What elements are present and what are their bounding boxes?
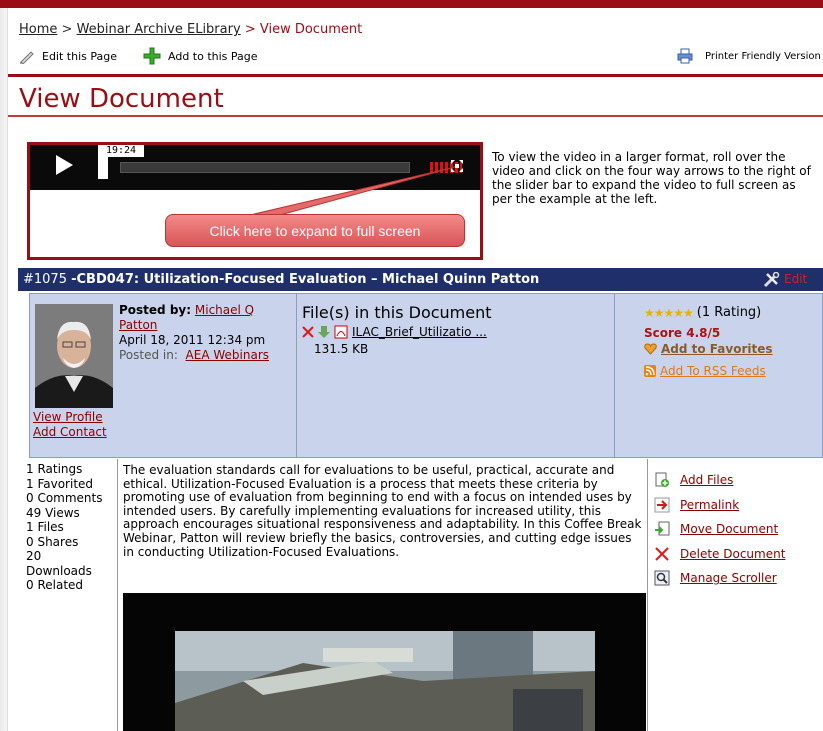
add-contact-link[interactable]: Add Contact <box>33 425 107 439</box>
edit-document-button[interactable]: Edit <box>763 268 807 291</box>
add-rss-button[interactable]: Add To RSS Feeds <box>644 364 773 378</box>
edit-page-button[interactable]: Edit this Page <box>19 48 117 64</box>
files-heading: File(s) in this Document <box>302 303 492 322</box>
plus-icon <box>143 47 161 65</box>
printer-label: Printer Friendly Version <box>705 50 821 62</box>
delete-document-label: Delete Document <box>680 546 786 561</box>
stat-views: 49 Views <box>26 505 80 520</box>
tools-icon <box>763 271 780 287</box>
delete-icon <box>655 547 669 561</box>
view-profile-link[interactable]: View Profile <box>33 410 103 424</box>
posted-info: Posted by: Michael Q Patton April 18, 20… <box>119 303 294 363</box>
video-thumbnail <box>123 593 646 731</box>
heart-icon <box>644 343 657 355</box>
permalink-button[interactable]: Permalink <box>654 493 785 518</box>
manage-scroller-label: Manage Scroller <box>680 571 777 586</box>
document-info-panel: Posted by: Michael Q Patton April 18, 20… <box>29 293 823 458</box>
permalink-label: Permalink <box>680 497 740 512</box>
add-rss-label: Add To RSS Feeds <box>660 364 766 378</box>
stat-files: 1 Files <box>26 520 64 534</box>
stat-ratings: 1 Ratings <box>26 462 83 476</box>
delete-file-icon[interactable] <box>302 326 314 338</box>
posted-date: April 18, 2011 12:34 pm <box>119 333 266 347</box>
download-arrow-icon[interactable] <box>317 325 331 339</box>
info-divider <box>296 294 297 457</box>
breadcrumb: Home > Webinar Archive ELibrary > View D… <box>19 22 362 37</box>
file-link[interactable]: ILAC_Brief_Utilizatio ... <box>352 325 487 339</box>
printer-friendly-button[interactable]: Printer Friendly Version <box>677 48 821 64</box>
document-description: The evaluation standards call for evalua… <box>123 463 642 559</box>
edit-label: Edit <box>784 272 808 286</box>
file-row: ILAC_Brief_Utilizatio ... <box>302 325 492 339</box>
top-brand-bar <box>0 0 823 8</box>
profile-links: View Profile Add Contact <box>33 410 107 440</box>
pencil-icon <box>20 51 34 64</box>
scroller-icon <box>654 570 670 586</box>
author-avatar[interactable] <box>35 304 113 408</box>
stats-divider <box>117 459 118 731</box>
info-divider <box>614 294 615 457</box>
breadcrumb-library-link[interactable]: Webinar Archive ELibrary <box>77 22 241 37</box>
files-section: File(s) in this Document ILAC_Brief_Util… <box>302 303 492 356</box>
add-files-icon <box>655 472 669 488</box>
stat-shares: 0 Shares <box>26 534 79 549</box>
stat-downloads-label: Downloads <box>26 563 92 578</box>
document-title: -CBD047: Utilization-Focused Evaluation … <box>71 272 540 287</box>
category-link[interactable]: AEA Webinars <box>186 348 269 362</box>
stat-comments: 0 Comments <box>26 491 103 505</box>
move-document-label: Move Document <box>680 522 779 537</box>
breadcrumb-separator: > <box>244 22 256 37</box>
actions-divider <box>647 459 648 731</box>
document-title-bar: #1075 -CBD047: Utilization-Focused Evalu… <box>18 268 823 291</box>
left-page-edge <box>0 8 8 731</box>
video-example: 19:24 Click here to expand to full scree… <box>27 142 483 260</box>
header-divider <box>8 74 823 77</box>
arrow-right-icon <box>654 497 670 513</box>
rating-section: ★★★★★ (1 Rating) Score 4.8/5 Add to Favo… <box>644 305 773 378</box>
document-video[interactable] <box>123 593 646 731</box>
expand-callout: Click here to expand to full screen <box>165 214 465 247</box>
document-actions: Add Files Permalink Move Document Delete… <box>654 468 785 591</box>
breadcrumb-current: View Document <box>259 22 363 37</box>
pdf-file-icon <box>334 325 348 339</box>
add-favorites-button[interactable]: Add to Favorites <box>644 342 773 356</box>
stat-related: 0 Related <box>26 578 84 592</box>
printer-icon <box>677 48 693 64</box>
stat-favorited: 1 Favorited <box>26 476 94 491</box>
stat-downloads-count: 20 <box>26 549 42 563</box>
delete-document-button[interactable]: Delete Document <box>654 542 785 567</box>
rating-stars[interactable]: ★★★★★ <box>644 306 694 320</box>
page-toolbar: Edit this Page Add to this Page <box>19 47 284 65</box>
author-portrait <box>35 304 113 408</box>
move-document-button[interactable]: Move Document <box>654 517 785 542</box>
add-favorites-label: Add to Favorites <box>661 342 773 356</box>
breadcrumb-separator: > <box>61 22 73 37</box>
rss-icon <box>644 365 656 377</box>
rating-score: Score 4.8/5 <box>644 326 721 340</box>
edit-page-label: Edit this Page <box>42 49 117 63</box>
move-icon <box>655 521 670 536</box>
add-page-button[interactable]: Add to this Page <box>143 47 258 65</box>
posted-in-label: Posted in: <box>119 348 178 362</box>
video-help-text: To view the video in a larger format, ro… <box>492 150 811 206</box>
page-title: View Document <box>19 84 224 114</box>
file-size: 131.5 KB <box>314 342 369 356</box>
manage-scroller-button[interactable]: Manage Scroller <box>654 566 785 591</box>
add-files-label: Add Files <box>680 473 734 488</box>
breadcrumb-home-link[interactable]: Home <box>19 22 57 37</box>
posted-by-label: Posted by: <box>119 303 192 317</box>
title-divider <box>8 115 823 117</box>
document-number: #1075 <box>23 272 67 287</box>
add-files-button[interactable]: Add Files <box>654 468 785 493</box>
add-page-label: Add to this Page <box>168 49 258 63</box>
rating-count: (1 Rating) <box>696 305 762 320</box>
document-stats: 1 Ratings 1 Favorited 0 Comments 49 View… <box>26 462 116 593</box>
